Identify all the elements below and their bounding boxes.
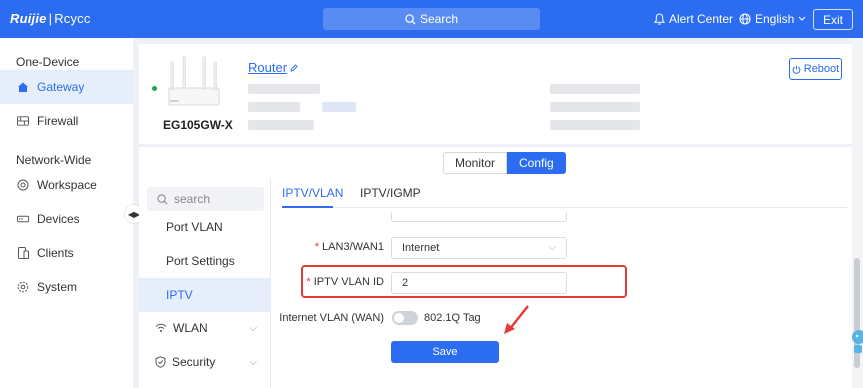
brand-name: Ruijie xyxy=(10,11,47,26)
subnav-search-input[interactable]: search xyxy=(147,187,264,211)
assistant-icon[interactable] xyxy=(849,325,863,355)
redacted-info xyxy=(550,120,640,130)
chevron-down-icon: ⌵ xyxy=(548,242,556,253)
nav-item-system[interactable]: System xyxy=(0,270,133,304)
bell-icon xyxy=(654,13,665,25)
subnav-item-port-settings[interactable]: Port Settings xyxy=(139,244,271,278)
reboot-label: Reboot xyxy=(803,63,840,75)
pointer-arrow-annotation xyxy=(504,305,529,334)
monitor-tab[interactable]: Monitor xyxy=(443,152,508,174)
brand-logo[interactable]: Ruijie | Rcycc xyxy=(10,11,91,26)
subnav-item-iptv[interactable]: IPTV xyxy=(139,278,271,312)
chevron-down-icon: ⌵ xyxy=(249,322,257,334)
power-icon xyxy=(792,65,801,74)
search-icon xyxy=(157,193,168,204)
brand-sub: Rcycc xyxy=(54,11,91,26)
subnav-search-placeholder: search xyxy=(174,192,211,206)
clients-icon xyxy=(17,247,29,259)
shield-icon xyxy=(155,356,166,368)
redacted-info xyxy=(248,120,314,130)
wifi-icon xyxy=(155,323,167,332)
subnav-group-security[interactable]: Security ⌵ xyxy=(139,347,271,377)
nav-section-one-device: One-Device xyxy=(16,55,80,69)
lan3-wan1-select[interactable]: Internet ⌵ xyxy=(391,237,567,259)
global-search-label: Search xyxy=(419,12,459,26)
device-name: Router xyxy=(248,60,288,75)
tab-iptv-vlan[interactable]: IPTV/VLAN xyxy=(282,186,343,208)
subnav-group-label: WLAN xyxy=(173,321,208,335)
device-model: EG105GW-X xyxy=(163,118,233,132)
scrolled-field-bottom[interactable] xyxy=(391,212,567,222)
exit-button[interactable]: Exit xyxy=(813,9,853,30)
lan3-wan1-value: Internet xyxy=(402,242,440,254)
nav-item-label: System xyxy=(37,280,78,294)
config-tab[interactable]: Config xyxy=(507,152,566,174)
nav-item-label: Gateway xyxy=(37,80,85,94)
reboot-button[interactable]: Reboot xyxy=(789,58,842,80)
internet-vlan-toggle[interactable] xyxy=(392,311,418,325)
alert-center-button[interactable]: Alert Center xyxy=(654,12,733,26)
nav-item-clients[interactable]: Clients xyxy=(0,236,133,270)
redacted-info xyxy=(248,102,300,112)
global-search-button[interactable]: Search xyxy=(323,8,540,30)
nav-section-network-wide: Network-Wide xyxy=(16,153,92,167)
devices-icon xyxy=(17,213,29,225)
mode-switch: Monitor Config xyxy=(443,152,566,174)
online-status-dot xyxy=(152,86,157,91)
redacted-info xyxy=(248,84,320,94)
device-card xyxy=(139,44,852,144)
subnav-group-label: Security xyxy=(172,355,216,369)
chevron-down-icon: ⌵ xyxy=(249,356,257,368)
iptv-vlan-id-label: * IPTV VLAN ID xyxy=(306,276,384,288)
nav-item-workspace[interactable]: Workspace xyxy=(0,168,133,202)
internet-vlan-label: Internet VLAN (WAN) xyxy=(279,312,384,324)
nav-item-devices[interactable]: Devices xyxy=(0,202,133,236)
tab-iptv-igmp[interactable]: IPTV/IGMP xyxy=(360,186,421,208)
top-bar: Ruijie | Rcycc Search Alert Center English… xyxy=(0,0,863,38)
iptv-tabs: IPTV/VLAN IPTV/IGMP xyxy=(282,186,847,208)
subnav-item-port-vlan[interactable]: Port VLAN xyxy=(139,210,271,244)
iptv-vlan-id-input[interactable]: 2 xyxy=(391,272,567,294)
lan3-wan1-label: * LAN3/WAN1 xyxy=(314,241,384,253)
nav-item-label: Clients xyxy=(37,246,74,260)
workspace-icon xyxy=(17,179,29,191)
edit-pencil-icon[interactable] xyxy=(290,63,298,72)
nav-item-label: Workspace xyxy=(37,178,97,192)
save-button[interactable]: Save xyxy=(391,341,499,363)
nav-item-firewall[interactable]: Firewall xyxy=(0,104,133,138)
home-icon xyxy=(17,81,29,93)
redacted-info xyxy=(550,102,640,112)
redacted-info xyxy=(550,84,640,94)
language-label: English xyxy=(755,12,795,26)
globe-icon xyxy=(739,13,751,25)
nav-item-label: Firewall xyxy=(37,114,79,128)
tag-label: 802.1Q Tag xyxy=(424,312,481,324)
nav-item-gateway[interactable]: Gateway xyxy=(0,70,133,104)
language-selector[interactable]: English xyxy=(739,12,806,26)
nav-item-label: Devices xyxy=(37,212,80,226)
gear-icon xyxy=(17,281,29,293)
alert-center-label: Alert Center xyxy=(669,12,734,26)
search-icon xyxy=(405,13,416,25)
redacted-info xyxy=(322,102,356,112)
device-name-link[interactable]: Router xyxy=(248,60,298,75)
subnav-group-wlan[interactable]: WLAN ⌵ xyxy=(139,313,271,343)
chevron-down-icon xyxy=(798,16,806,21)
firewall-icon xyxy=(17,115,29,127)
router-image xyxy=(168,56,220,106)
